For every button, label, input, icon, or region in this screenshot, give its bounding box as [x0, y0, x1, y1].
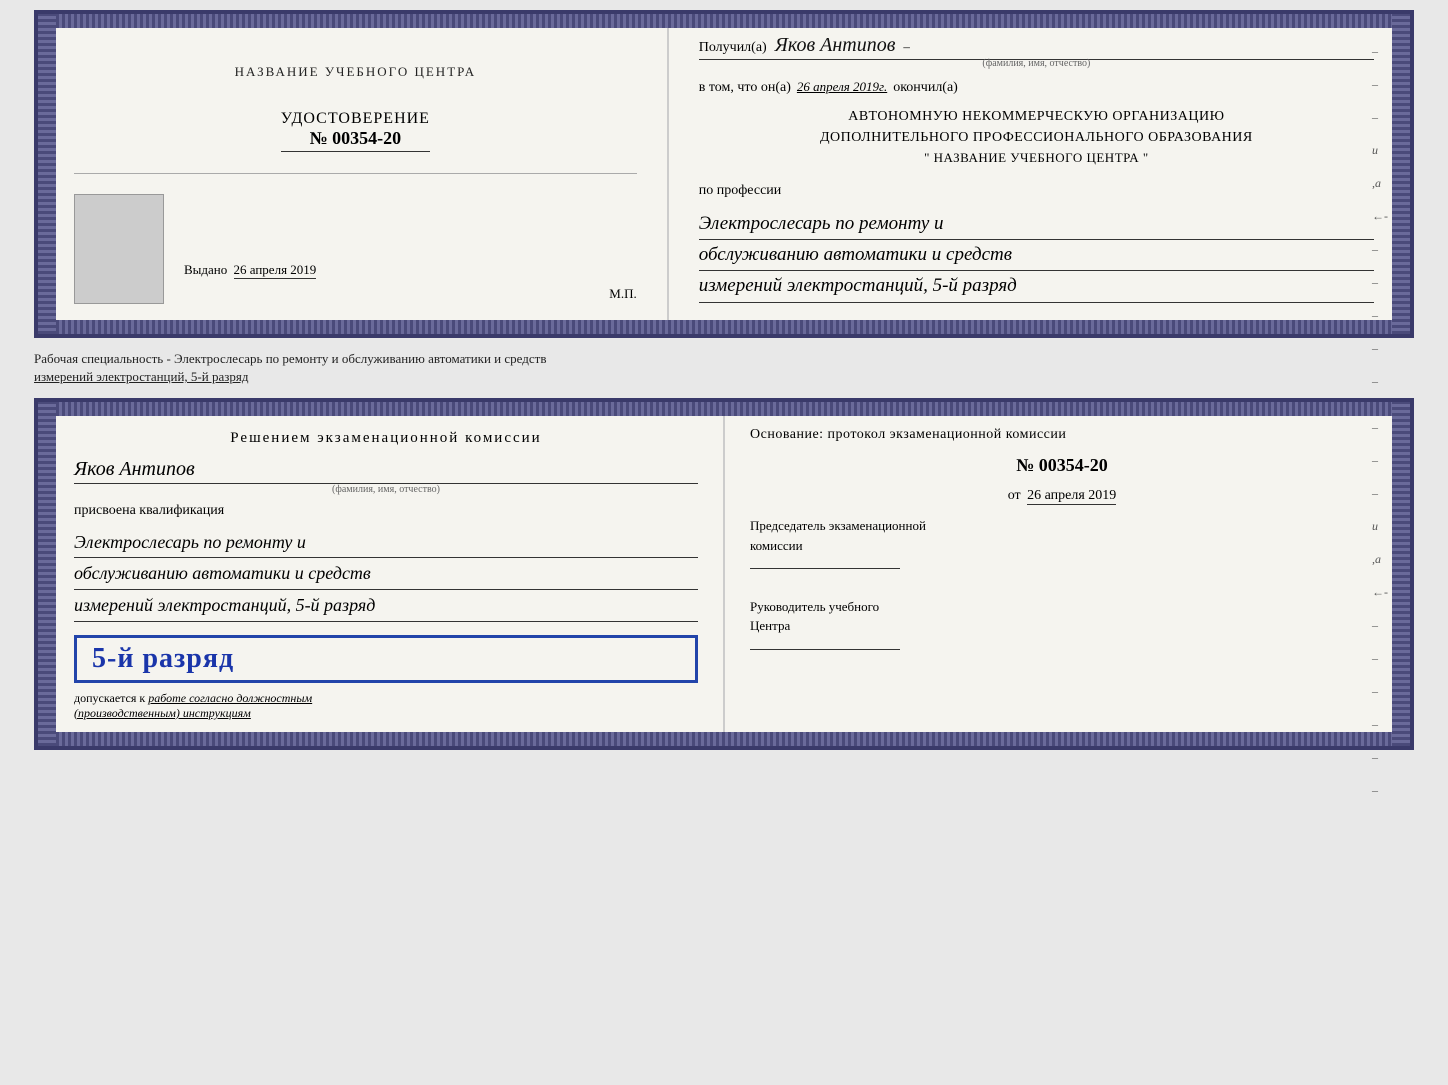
vydano-date: 26 апреля 2019: [234, 262, 317, 279]
separator-line2: измерений электростанций, 5-й разряд: [34, 369, 248, 384]
r-mark7: –: [1372, 684, 1388, 699]
rukovoditel-label: Руководитель учебного: [750, 597, 1374, 617]
right-spine-texture: [1392, 14, 1410, 334]
prisvoena-label: присвоена квалификация: [74, 503, 698, 519]
r-mark9: –: [1372, 750, 1388, 765]
org-name: " НАЗВАНИЕ УЧЕБНОГО ЦЕНТРА ": [699, 148, 1374, 168]
org-line2: ДОПОЛНИТЕЛЬНОГО ПРОФЕССИОНАЛЬНОГО ОБРАЗО…: [699, 127, 1374, 148]
recipient-name: Яков Антипов: [775, 34, 896, 57]
mark9: –: [1372, 374, 1388, 389]
decision-title: Решением экзаменационной комиссии: [74, 427, 698, 450]
chairman-label: Председатель экзаменационной: [750, 516, 1374, 536]
profession-block: Электрослесарь по ремонту и обслуживанию…: [699, 209, 1374, 303]
left-spine-texture: [38, 14, 56, 334]
rank-text: 5-й разряд: [92, 643, 234, 674]
bottom-left-page: Решением экзаменационной комиссии Яков А…: [38, 402, 725, 745]
bottom-book-top-texture: [38, 402, 1410, 416]
mp-label: М.П.: [609, 286, 636, 302]
bottom-book-bottom-texture: [38, 732, 1410, 746]
org-title-left: НАЗВАНИЕ УЧЕБНОГО ЦЕНТРА: [235, 64, 476, 80]
recipient-block: Получил(а) Яков Антипов – (фамилия, имя,…: [699, 34, 1374, 69]
qual-line2: обслуживанию автоматики и средств: [74, 558, 698, 590]
protocol-number: № 00354-20: [750, 455, 1374, 476]
po-professii-label: по профессии: [699, 183, 1374, 199]
org-line1: АВТОНОМНУЮ НЕКОММЕРЧЕСКУЮ ОРГАНИЗАЦИЮ: [699, 106, 1374, 127]
ot-date-block: от 26 апреля 2019: [750, 488, 1374, 504]
org-block: АВТОНОМНУЮ НЕКОММЕРЧЕСКУЮ ОРГАНИЗАЦИЮ ДО…: [699, 106, 1374, 168]
qual-line1: Электрослесарь по ремонту и: [74, 527, 698, 559]
r-mark5: –: [1372, 618, 1388, 633]
rukovoditel-label2: Центра: [750, 616, 1374, 636]
chairman-block: Председатель экзаменационной комиссии: [750, 516, 1374, 575]
ot-date: 26 апреля 2019: [1027, 488, 1116, 505]
separator-line1: Рабочая специальность - Электрослесарь п…: [34, 351, 546, 366]
r-mark3: –: [1372, 486, 1388, 501]
mark7: –: [1372, 308, 1388, 323]
rukovoditel-block: Руководитель учебного Центра: [750, 597, 1374, 656]
chairman-sig-line: [750, 568, 900, 569]
left-bottom-area: Выдано 26 апреля 2019 М.П.: [74, 194, 637, 304]
mark-i: и: [1372, 143, 1388, 158]
r-mark1: –: [1372, 420, 1388, 435]
r-mark2: –: [1372, 453, 1388, 468]
profession-line2: обслуживанию автоматики и средств: [699, 240, 1374, 271]
vtom-block: в том, что он(а) 26 апреля 2019г. окончи…: [699, 79, 1374, 96]
rank-badge: 5-й разряд: [74, 635, 698, 683]
qual-line3: измерений электростанций, 5-й разряд: [74, 590, 698, 622]
fio-hint-top: (фамилия, имя, отчество): [699, 58, 1374, 69]
top-border-texture: [38, 14, 1410, 28]
vydano-prefix: Выдано: [184, 262, 227, 277]
r-mark8: –: [1372, 717, 1388, 732]
r-mark6: –: [1372, 651, 1388, 666]
top-left-page: НАЗВАНИЕ УЧЕБНОГО ЦЕНТРА УДОСТОВЕРЕНИЕ №…: [38, 14, 669, 334]
right-edge-marks: – – – и ,а ←- – – – – –: [1372, 44, 1388, 389]
dopuskaetsya-value: работе согласно должностным: [148, 691, 312, 705]
bottom-border-texture: [38, 320, 1410, 334]
poluchil-prefix: Получил(а): [699, 40, 767, 56]
mark1: –: [1372, 44, 1388, 59]
profession-line1: Электрослесарь по ремонту и: [699, 209, 1374, 240]
bottom-right-page: Основание: протокол экзаменационной коми…: [725, 402, 1410, 745]
r-mark4: ←-: [1372, 585, 1388, 600]
bottom-recipient-name: Яков Антипов: [74, 458, 698, 484]
certificate-bottom-book: Решением экзаменационной комиссии Яков А…: [34, 398, 1414, 749]
mark-a: ,а: [1372, 176, 1388, 191]
mark6: –: [1372, 275, 1388, 290]
mark4: ←-: [1372, 209, 1388, 224]
okonchil-label: окончил(а): [893, 80, 958, 96]
mark5: –: [1372, 242, 1388, 257]
vydano-block: Выдано 26 апреля 2019: [184, 262, 637, 278]
cert-label-block: УДОСТОВЕРЕНИЕ № 00354-20: [281, 110, 430, 152]
ot-prefix: от: [1008, 488, 1021, 503]
certificate-top-book: НАЗВАНИЕ УЧЕБНОГО ЦЕНТРА УДОСТОВЕРЕНИЕ №…: [34, 10, 1414, 338]
mark2: –: [1372, 77, 1388, 92]
bottom-name-block: Яков Антипов (фамилия, имя, отчество): [74, 458, 698, 495]
vtom-prefix: в том, что он(а): [699, 80, 791, 96]
bottom-book-left-spine: [38, 402, 56, 745]
bottom-fio-hint: (фамилия, имя, отчество): [74, 484, 698, 495]
photo-placeholder: [74, 194, 164, 304]
mark3: –: [1372, 110, 1388, 125]
profession-line3: измерений электростанций, 5-й разряд: [699, 271, 1374, 302]
bottom-book-right-spine: [1392, 402, 1410, 745]
separator-block: Рабочая специальность - Электрослесарь п…: [34, 346, 1414, 390]
osnovanie-text: Основание: протокол экзаменационной коми…: [750, 427, 1374, 443]
chairman-label2: комиссии: [750, 536, 1374, 556]
bottom-right-marks: – – – и ,а ←- – – – – – –: [1372, 420, 1388, 798]
udost-label: УДОСТОВЕРЕНИЕ: [281, 110, 430, 128]
cert-number: № 00354-20: [281, 128, 430, 152]
rukovoditel-sig-line: [750, 649, 900, 650]
dopuskaetsya-prefix: допускается к: [74, 691, 145, 705]
qual-block: Электрослесарь по ремонту и обслуживанию…: [74, 527, 698, 622]
mark8: –: [1372, 341, 1388, 356]
r-mark10: –: [1372, 783, 1388, 798]
dopuskaetsya-block: допускается к работе согласно должностны…: [74, 691, 698, 721]
r-mark-a: ,а: [1372, 552, 1388, 567]
dopuskaetsya-line2: (производственным) инструкциям: [74, 706, 251, 720]
r-mark-i: и: [1372, 519, 1388, 534]
top-right-page: Получил(а) Яков Антипов – (фамилия, имя,…: [669, 14, 1410, 334]
vtom-date: 26 апреля 2019г.: [797, 79, 887, 95]
